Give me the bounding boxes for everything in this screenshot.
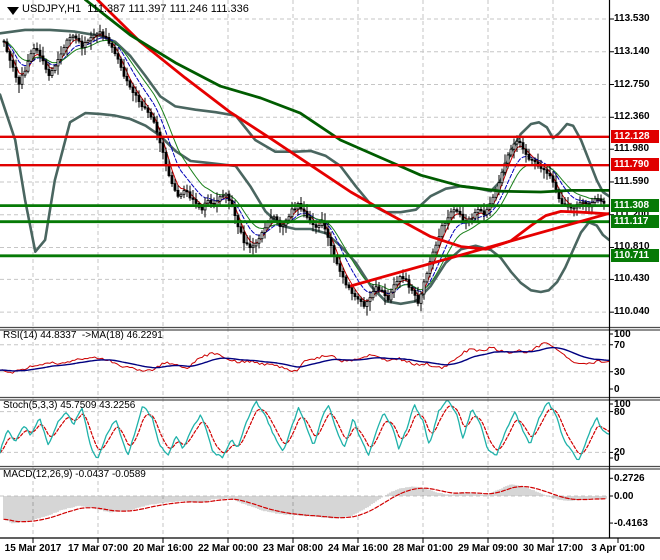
price-axis-label: 110.040	[614, 306, 650, 318]
indicator-scale-label: 100	[614, 329, 631, 340]
indicator-scale-label: 80	[614, 406, 626, 418]
stoch-indicator-label: Stoch(5,3,3) 45.7509 43.2256	[3, 400, 136, 411]
price-line-badge: 111.308	[611, 198, 659, 212]
price-axis-label: 112.750	[614, 78, 650, 90]
indicator-scale-label: 0	[614, 384, 620, 395]
indicator-scale-label: 0	[614, 453, 620, 464]
price-axis-label: 112.360	[614, 111, 650, 123]
price-axis-label: 113.530	[614, 13, 650, 24]
indicator-scale-label: 30	[614, 366, 626, 378]
indicator-scale-label: 0.2726	[614, 473, 645, 485]
main-panel-plot	[0, 0, 609, 327]
price-line-badge: 111.790	[611, 158, 659, 172]
chart-title-ohlc: USDJPY,H1 111.387 111.397 111.246 111.33…	[22, 3, 249, 15]
indicator-scale-label: 70	[614, 339, 626, 351]
rsi-indicator-label: RSI(14) 44.8337 ->MA(18) 46.2291	[3, 330, 163, 341]
price-line-badge: 111.117	[611, 214, 659, 228]
indicator-scale-label: -0.4163	[614, 518, 648, 530]
indicator-scale-label: 0.00	[614, 491, 634, 502]
symbol-dropdown-icon[interactable]	[7, 7, 19, 15]
price-line-badge: 112.128	[611, 129, 659, 143]
price-axis-label: 113.140	[614, 45, 650, 57]
price-axis-label: 110.430	[614, 273, 650, 285]
time-axis-label: 3 Apr 01:00	[591, 543, 645, 554]
price-axis-label: 111.590	[614, 175, 650, 187]
price-axis-label: 111.980	[614, 143, 650, 155]
macd-indicator-label: MACD(12,26,9) -0.0437 -0.0589	[3, 469, 146, 480]
trading-chart-window: USDJPY,H1 111.387 111.397 111.246 111.33…	[0, 0, 660, 560]
price-line-badge: 110.711	[611, 248, 659, 262]
